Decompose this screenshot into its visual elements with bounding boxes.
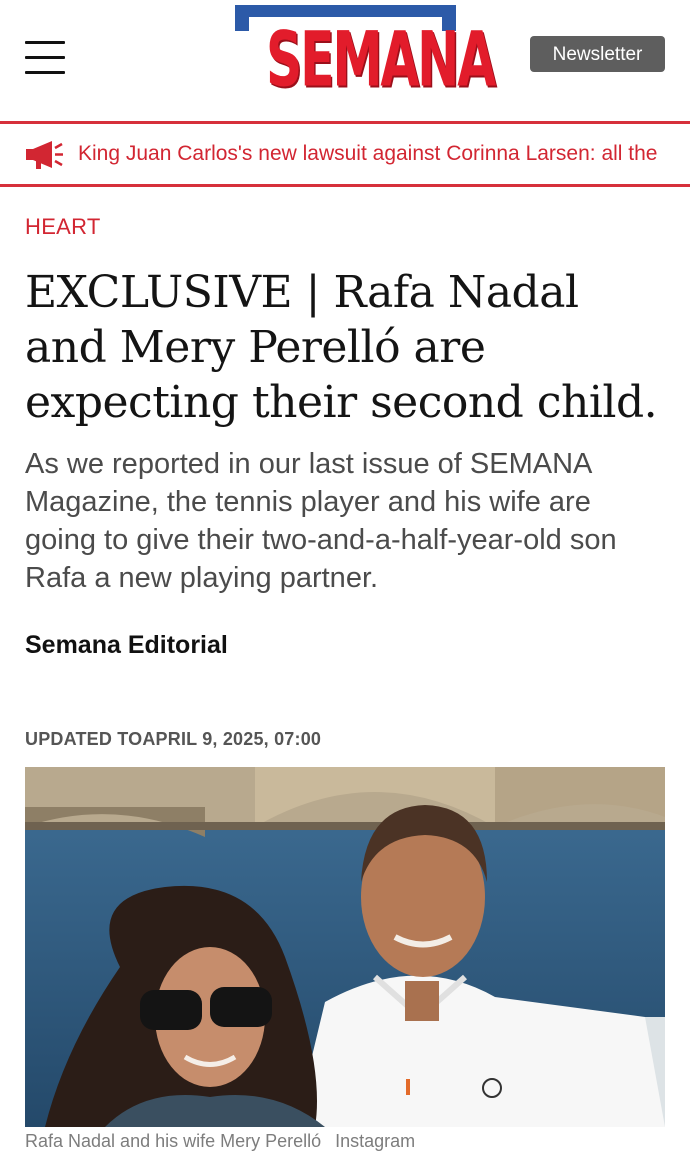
caption-text: Rafa Nadal and his wife Mery Perelló — [25, 1131, 322, 1151]
article-headline: EXCLUSIVE | Rafa Nadal and Mery Perelló … — [25, 267, 658, 428]
menu-line — [25, 56, 65, 59]
logo-wordmark: SEMANA — [265, 15, 496, 104]
menu-line — [25, 41, 65, 44]
photo-credit: Instagram — [335, 1131, 416, 1151]
news-ticker: King Juan Carlos's new lawsuit against C… — [0, 121, 690, 187]
hamburger-menu-icon[interactable] — [25, 41, 65, 77]
menu-line — [25, 71, 65, 74]
updated-timestamp: UPDATED TOAPRIL 9, 2025, 07:00 — [25, 729, 322, 749]
megaphone-icon — [26, 141, 63, 169]
article-photo[interactable] — [25, 767, 665, 1127]
photo-caption: Rafa Nadal and his wife Mery Perelló Inst… — [25, 1131, 415, 1152]
site-header: SEMANA Newsletter — [0, 0, 690, 118]
ticker-headline-link[interactable]: King Juan Carlos's new lawsuit against C… — [78, 124, 658, 184]
article-author[interactable]: Semana Editorial — [25, 631, 228, 660]
photo-illustration — [25, 767, 665, 1127]
site-logo[interactable]: SEMANA — [235, 5, 496, 104]
newsletter-button[interactable]: Newsletter — [530, 36, 665, 72]
section-label[interactable]: HEART — [25, 214, 101, 240]
article-subhead: As we reported in our last issue of SEMA… — [25, 448, 617, 594]
